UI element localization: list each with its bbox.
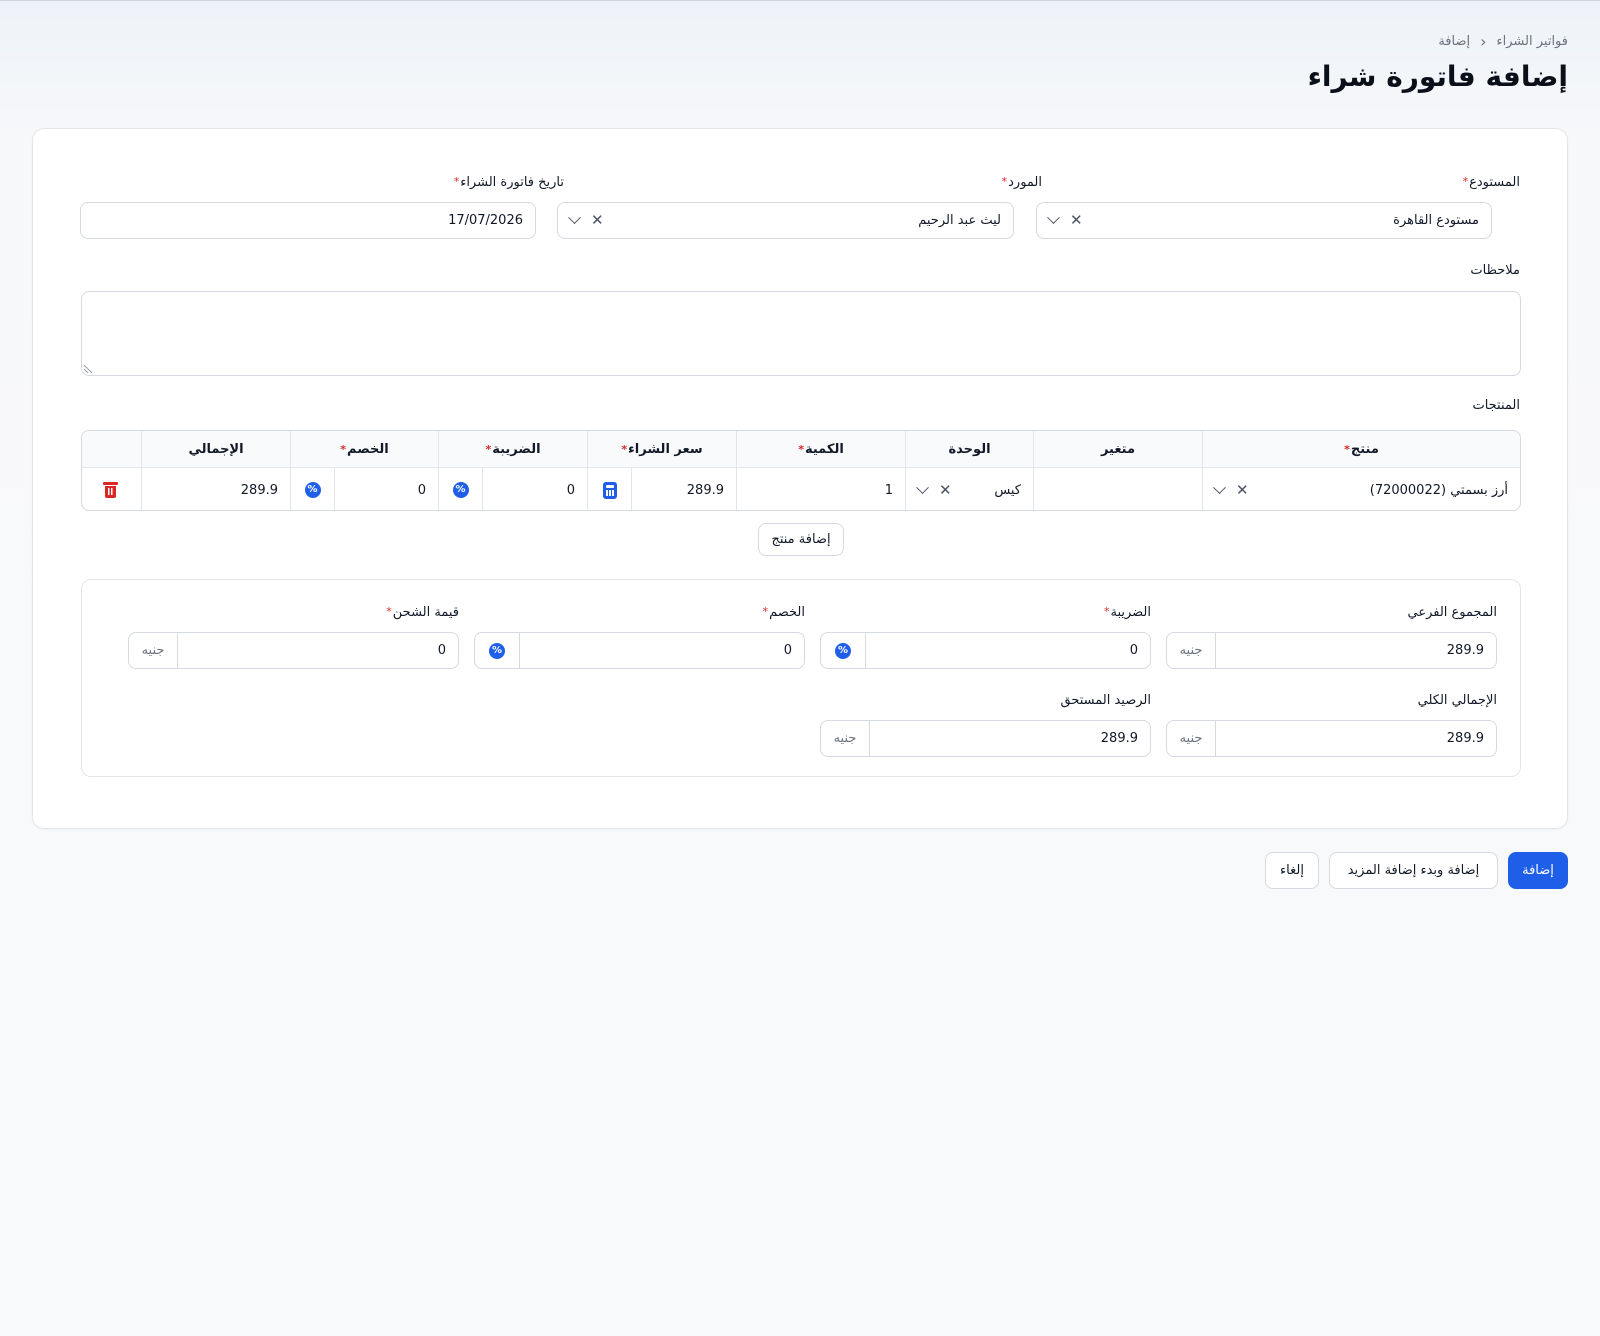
- currency-addon: جنيه: [1167, 721, 1216, 756]
- quantity-input[interactable]: 1: [736, 468, 905, 510]
- col-quantity: الكمية *: [736, 431, 905, 467]
- supplier-value: ليث عبد الرحيم: [918, 213, 1001, 228]
- chevron-down-icon[interactable]: [1047, 211, 1060, 225]
- quantity-value: 1: [884, 482, 893, 498]
- add-and-more-button[interactable]: إضافة وبدء إضافة المزيد: [1329, 852, 1498, 889]
- shipping-label: قيمة الشحن*: [386, 605, 459, 620]
- supplier-label: المورد*: [1001, 175, 1042, 190]
- discount-total-value: 0: [783, 643, 792, 658]
- calculator-button[interactable]: [588, 468, 632, 510]
- unit-select[interactable]: كيس ✕: [905, 468, 1033, 510]
- shipping-input[interactable]: 0 جنيه: [128, 632, 459, 669]
- notes-textarea[interactable]: [81, 291, 1521, 376]
- cancel-button[interactable]: إلغاء: [1265, 852, 1319, 889]
- percent-icon: %: [304, 482, 321, 498]
- product-select[interactable]: أرز بسمتي (72000022) ✕: [1202, 468, 1520, 510]
- form-actions: إضافة إضافة وبدء إضافة المزيد إلغاء: [1265, 852, 1568, 889]
- shipping-value: 0: [437, 643, 446, 658]
- discount-type-toggle[interactable]: %: [475, 633, 520, 668]
- close-icon[interactable]: ✕: [1236, 482, 1249, 498]
- tax-total-value: 0: [1129, 643, 1138, 658]
- chevron-left-icon: ‹: [1480, 32, 1487, 51]
- notes-label: ملاحظات: [1470, 263, 1520, 278]
- unit-value: كيس: [994, 482, 1021, 498]
- tax-total-label: الضريبة*: [1103, 605, 1151, 620]
- subtotal-value: 289.9: [1446, 643, 1484, 658]
- breadcrumb-current: إضافة: [1438, 34, 1471, 49]
- invoice-date-input[interactable]: 17/07/2026: [80, 202, 536, 239]
- warehouse-select[interactable]: مستودع القاهرة ✕: [1036, 202, 1492, 239]
- totals-panel: المجموع الفرعي الضريبة* الخصم* قيمة الشح…: [81, 579, 1521, 777]
- percent-icon: %: [452, 482, 469, 498]
- discount-input[interactable]: 0 %: [290, 468, 438, 510]
- grand-total-value: 289.9: [1446, 731, 1484, 746]
- products-table-header: منتج * متغير الوحدة الكمية * سعر الشراء * ا…: [82, 431, 1520, 468]
- tax-total-input[interactable]: 0 %: [820, 632, 1151, 669]
- col-product: منتج *: [1202, 431, 1520, 467]
- discount-total-input[interactable]: 0 %: [474, 632, 805, 669]
- discount-total-label: الخصم*: [762, 605, 805, 620]
- col-tax: الضريبة *: [438, 431, 587, 467]
- grand-total-field: 289.9 جنيه: [1166, 720, 1497, 757]
- balance-due-value: 289.9: [1100, 731, 1138, 746]
- products-table: منتج * متغير الوحدة الكمية * سعر الشراء * ا…: [81, 430, 1521, 511]
- col-total: الإجمالي: [141, 431, 290, 467]
- col-actions: [82, 431, 141, 467]
- close-icon[interactable]: ✕: [591, 213, 604, 228]
- chevron-down-icon[interactable]: [568, 211, 581, 225]
- supplier-select[interactable]: ليث عبد الرحيم ✕: [557, 202, 1014, 239]
- purchase-invoice-form: المستودع* مستودع القاهرة ✕ المورد* ليث ع…: [32, 128, 1568, 829]
- balance-due-field: 289.9 جنيه: [820, 720, 1151, 757]
- col-variant: متغير: [1033, 431, 1202, 467]
- warehouse-label: المستودع*: [1462, 175, 1520, 190]
- grand-total-label: الإجمالي الكلي: [1417, 693, 1497, 708]
- close-icon[interactable]: ✕: [939, 482, 952, 498]
- currency-addon: جنيه: [1167, 633, 1216, 668]
- percent-icon: %: [489, 642, 505, 659]
- balance-due-label: الرصيد المستحق: [1060, 693, 1151, 708]
- variant-select[interactable]: [1033, 468, 1202, 510]
- add-button[interactable]: إضافة: [1508, 852, 1568, 889]
- tax-input[interactable]: 0 %: [438, 468, 587, 510]
- breadcrumb: فواتير الشراء ‹ إضافة: [1438, 32, 1568, 51]
- discount-value: 0: [417, 482, 426, 498]
- tax-type-toggle[interactable]: %: [821, 633, 866, 668]
- col-discount: الخصم *: [290, 431, 438, 467]
- tax-value: 0: [566, 482, 575, 498]
- table-row: أرز بسمتي (72000022) ✕ كيس ✕ 1 289.9 0 %…: [82, 468, 1520, 510]
- currency-addon: جنيه: [821, 721, 870, 756]
- purchase-price-input[interactable]: 289.9: [587, 468, 736, 510]
- col-unit: الوحدة: [905, 431, 1033, 467]
- breadcrumb-parent-link[interactable]: فواتير الشراء: [1497, 34, 1568, 49]
- invoice-date-label: تاريخ فاتورة الشراء*: [453, 175, 564, 190]
- invoice-date-value: 17/07/2026: [448, 213, 523, 228]
- resize-grip-icon[interactable]: [84, 365, 92, 373]
- row-total: 289.9: [141, 468, 290, 510]
- tax-type-toggle[interactable]: %: [439, 468, 483, 510]
- col-purchase-price: سعر الشراء *: [587, 431, 736, 467]
- purchase-price-value: 289.9: [686, 482, 724, 498]
- close-icon[interactable]: ✕: [1070, 213, 1083, 228]
- trash-icon: [103, 482, 118, 498]
- discount-type-toggle[interactable]: %: [291, 468, 335, 510]
- chevron-down-icon[interactable]: [916, 480, 929, 494]
- warehouse-value: مستودع القاهرة: [1393, 213, 1479, 228]
- currency-addon: جنيه: [129, 633, 178, 668]
- subtotal-field: 289.9 جنيه: [1166, 632, 1497, 669]
- products-label: المنتجات: [1472, 398, 1520, 413]
- top-border: [0, 0, 1600, 1]
- row-total-value: 289.9: [240, 482, 278, 498]
- percent-icon: %: [835, 642, 851, 659]
- product-value: أرز بسمتي (72000022): [1369, 482, 1508, 498]
- calculator-icon: [602, 481, 617, 499]
- page-title: إضافة فاتورة شراء: [1307, 60, 1568, 93]
- subtotal-label: المجموع الفرعي: [1407, 605, 1497, 620]
- delete-row-button[interactable]: [82, 468, 141, 510]
- chevron-down-icon[interactable]: [1213, 480, 1226, 494]
- add-product-button[interactable]: إضافة منتج: [758, 523, 844, 556]
